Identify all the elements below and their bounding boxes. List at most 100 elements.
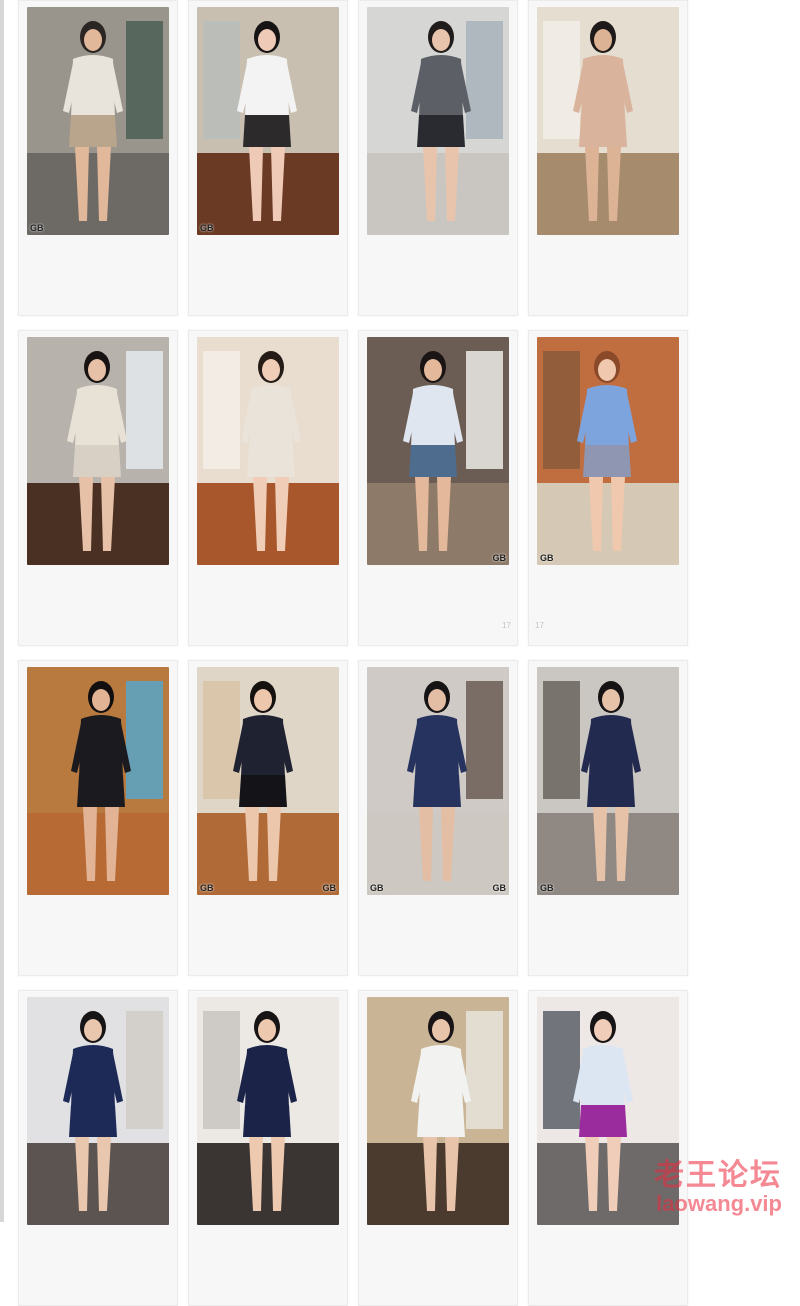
thumbnail-image[interactable]	[367, 7, 509, 235]
card-caption	[535, 291, 681, 303]
figure-silhouette	[581, 681, 641, 881]
card-caption: 17	[535, 621, 681, 633]
top-garment	[419, 1045, 463, 1109]
thumbnail-image[interactable]	[27, 997, 169, 1225]
left-leg	[423, 1137, 437, 1211]
face-shape	[258, 29, 276, 51]
thumbnail-card[interactable]: GB 17	[358, 330, 518, 646]
face-shape	[258, 1019, 276, 1041]
card-caption	[25, 621, 171, 633]
thumbnail-image[interactable]: GB GB	[197, 667, 339, 895]
figure-silhouette	[407, 681, 467, 881]
bottom-garment	[77, 775, 125, 807]
face-shape	[598, 359, 616, 381]
thumbnail-card[interactable]: GB GB	[358, 660, 518, 976]
card-caption	[535, 951, 681, 963]
card-caption	[195, 621, 341, 633]
bottom-garment	[579, 1105, 627, 1137]
thumbnail-card[interactable]	[188, 330, 348, 646]
bottom-garment	[409, 445, 457, 477]
left-leg	[585, 1137, 599, 1211]
thumbnail-card[interactable]	[358, 0, 518, 316]
figure-silhouette	[577, 351, 637, 551]
photo-watermark-left: GB	[200, 223, 214, 233]
right-leg	[101, 477, 115, 551]
figure-silhouette	[63, 1011, 123, 1211]
top-garment	[411, 385, 455, 449]
thumbnail-card[interactable]: GB 17	[528, 330, 688, 646]
thumbnail-card[interactable]: GB GB	[188, 660, 348, 976]
bottom-garment	[587, 775, 635, 807]
right-leg	[615, 807, 629, 881]
thumbnail-card[interactable]	[188, 990, 348, 1306]
watermark-url: laowang.vip	[656, 1191, 782, 1216]
thumbnail-image[interactable]: GB	[537, 337, 679, 565]
left-leg	[589, 477, 603, 551]
photo-watermark-left: GB	[540, 553, 554, 563]
thumbnail-image[interactable]	[27, 667, 169, 895]
card-caption	[535, 1281, 681, 1293]
thumbnail-image[interactable]: GB	[367, 337, 509, 565]
thumbnail-card[interactable]: GB	[188, 0, 348, 316]
left-leg	[249, 1137, 263, 1211]
thumbnail-image[interactable]: GB	[537, 667, 679, 895]
left-leg	[245, 807, 259, 881]
bottom-garment	[247, 445, 295, 477]
thumbnail-image[interactable]: GB GB	[367, 667, 509, 895]
photo-watermark-left: GB	[30, 223, 44, 233]
left-leg	[585, 147, 599, 221]
left-leg	[83, 807, 97, 881]
top-garment	[245, 1045, 289, 1109]
thumbnail-image[interactable]: GB	[27, 7, 169, 235]
thumbnail-image[interactable]	[367, 997, 509, 1225]
thumbnail-image[interactable]	[27, 337, 169, 565]
bottom-garment	[579, 115, 627, 147]
face-shape	[432, 29, 450, 51]
bottom-garment	[69, 115, 117, 147]
thumbnail-image[interactable]: GB	[197, 7, 339, 235]
thumbnail-image[interactable]	[197, 997, 339, 1225]
figure-silhouette	[403, 351, 463, 551]
left-leg	[253, 477, 267, 551]
thumbnail-card[interactable]	[18, 330, 178, 646]
thumbnail-card[interactable]	[18, 660, 178, 976]
thumbnail-image[interactable]	[197, 337, 339, 565]
thumbnail-grid: GB GB GB 17 GB 17 GB GB GB GB GB	[18, 0, 688, 1306]
left-leg	[423, 147, 437, 221]
right-leg	[445, 147, 459, 221]
card-caption	[195, 1281, 341, 1293]
right-leg	[275, 477, 289, 551]
thumbnail-card[interactable]: GB	[528, 660, 688, 976]
watermark-name: 老王论坛	[654, 1159, 782, 1192]
thumbnail-card[interactable]	[528, 990, 688, 1306]
face-shape	[594, 1019, 612, 1041]
top-garment	[581, 55, 625, 119]
figure-silhouette	[573, 21, 633, 221]
left-leg	[419, 807, 433, 881]
right-leg	[97, 147, 111, 221]
right-leg	[97, 1137, 111, 1211]
watermark: 老王论坛 laowang.vip	[654, 1160, 782, 1216]
left-leg	[75, 147, 89, 221]
card-caption	[25, 951, 171, 963]
face-shape	[84, 29, 102, 51]
right-leg	[607, 1137, 621, 1211]
figure-silhouette	[71, 681, 131, 881]
photo-watermark-right: GB	[322, 883, 337, 893]
top-garment	[79, 715, 123, 779]
thumbnail-card[interactable]	[358, 990, 518, 1306]
thumbnail-card[interactable]	[18, 990, 178, 1306]
thumbnail-card[interactable]: GB	[18, 0, 178, 316]
thumbnail-image[interactable]	[537, 7, 679, 235]
figure-silhouette	[411, 1011, 471, 1211]
card-caption	[195, 291, 341, 303]
figure-silhouette	[411, 21, 471, 221]
face-shape	[92, 689, 110, 711]
right-leg	[437, 477, 451, 551]
top-garment	[249, 385, 293, 449]
thumbnail-card[interactable]	[528, 0, 688, 316]
bottom-garment	[417, 1105, 465, 1137]
top-garment	[581, 1045, 625, 1109]
left-leg	[79, 477, 93, 551]
right-leg	[105, 807, 119, 881]
